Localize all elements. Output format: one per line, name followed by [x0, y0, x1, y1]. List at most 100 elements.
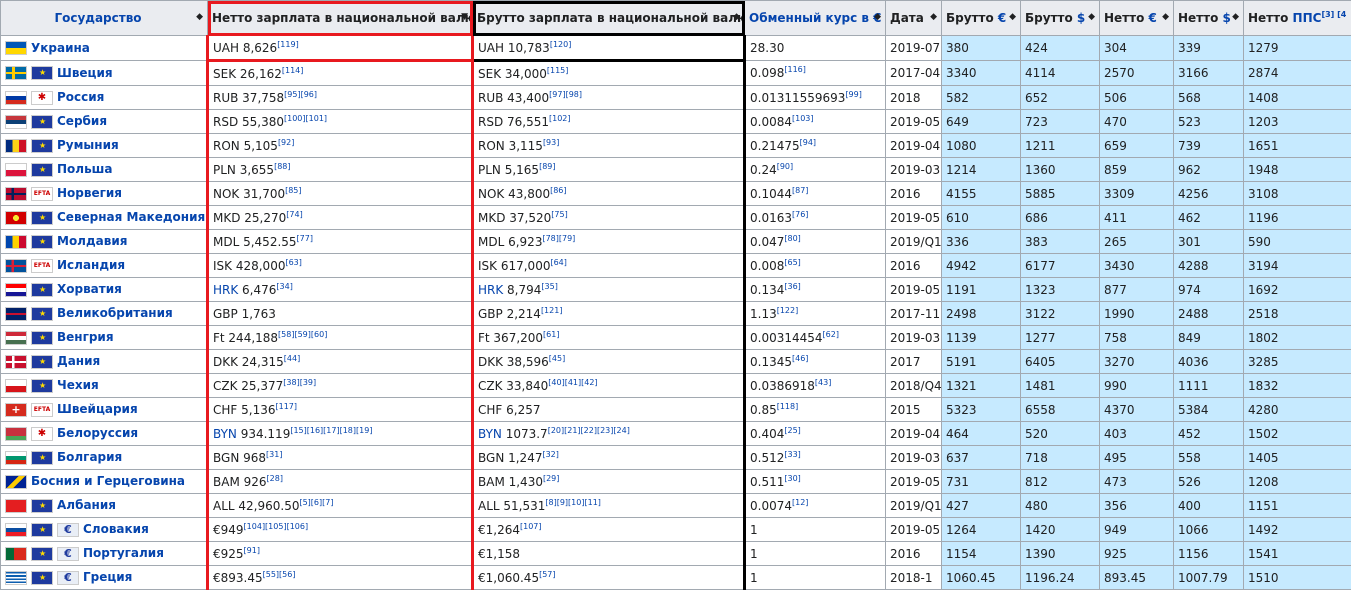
sort-icon[interactable]: ◆ — [733, 13, 740, 22]
citation-link[interactable]: [44] — [284, 354, 300, 363]
citation-link[interactable]: [92] — [278, 138, 294, 147]
citation-link[interactable]: [8][9][10][11] — [545, 498, 601, 507]
country-link[interactable]: Северная Македония — [57, 210, 205, 224]
country-link[interactable]: Украина — [31, 41, 90, 55]
sort-icon[interactable]: ◆ — [196, 13, 203, 22]
citation-link[interactable]: [80] — [784, 234, 800, 243]
efta-logo-icon[interactable]: EFTA — [31, 258, 53, 273]
citation-link[interactable]: [40][41][42] — [548, 378, 597, 387]
column-header-1[interactable]: Нетто зарплата в национальной валюте ▼ — [207, 0, 473, 36]
country-link[interactable]: Словакия — [83, 522, 149, 536]
citation-link[interactable]: [32] — [542, 450, 558, 459]
citation-link[interactable]: [87] — [792, 186, 808, 195]
flag-by-icon[interactable] — [5, 426, 27, 441]
sort-icon[interactable]: ◆ — [1232, 13, 1239, 22]
citation-link[interactable]: [99] — [845, 90, 861, 99]
flag-hr-icon[interactable] — [5, 282, 27, 297]
citation-link[interactable]: [3] [4 — [1321, 10, 1346, 19]
flag-no-icon[interactable] — [5, 186, 27, 201]
citation-link[interactable]: [94] — [800, 138, 816, 147]
country-link[interactable]: Румыния — [57, 138, 119, 152]
country-link[interactable]: Албания — [57, 498, 116, 512]
citation-link[interactable]: [119] — [277, 40, 299, 49]
sort-icon[interactable]: ◆ — [930, 13, 937, 22]
citation-link[interactable]: [31] — [266, 450, 282, 459]
country-link[interactable]: Россия — [57, 90, 104, 104]
flag-md-icon[interactable] — [5, 234, 27, 249]
citation-link[interactable]: [45] — [549, 354, 565, 363]
flag-ba-icon[interactable] — [5, 474, 27, 489]
eu-flag-icon[interactable] — [31, 450, 53, 465]
column-header-0[interactable]: Государство ◆ — [0, 0, 208, 36]
column-header-currency[interactable]: ППС — [1293, 11, 1322, 25]
citation-link[interactable]: [43] — [815, 378, 831, 387]
citation-link[interactable]: [65] — [784, 258, 800, 267]
eu-flag-icon[interactable] — [31, 522, 53, 537]
citation-link[interactable]: [36] — [784, 282, 800, 291]
flag-dk-icon[interactable] — [5, 354, 27, 369]
country-link[interactable]: Болгария — [57, 450, 122, 464]
column-header-8[interactable]: Нетто $ ◆ — [1173, 0, 1244, 36]
flag-ru-icon[interactable] — [5, 90, 27, 105]
eu-flag-icon[interactable] — [31, 570, 53, 585]
country-link[interactable]: Дания — [57, 354, 100, 368]
column-header-2[interactable]: Брутто зарплата в национальной валюте ◆ — [472, 0, 745, 36]
sort-icon[interactable]: ◆ — [1088, 13, 1095, 22]
eu-flag-icon[interactable] — [31, 498, 53, 513]
flag-mk-icon[interactable] — [5, 210, 27, 225]
citation-link[interactable]: [30] — [784, 474, 800, 483]
citation-link[interactable]: [103] — [792, 114, 814, 123]
citation-link[interactable]: [38][39] — [283, 378, 316, 387]
citation-link[interactable]: [25] — [784, 426, 800, 435]
citation-link[interactable]: [75] — [551, 210, 567, 219]
eu-flag-icon[interactable] — [31, 162, 53, 177]
country-link[interactable]: Греция — [83, 570, 132, 584]
country-link[interactable]: Швейцария — [57, 402, 138, 416]
citation-link[interactable]: [116] — [784, 65, 806, 74]
eu-flag-icon[interactable] — [31, 114, 53, 129]
citation-link[interactable]: [86] — [550, 186, 566, 195]
citation-link[interactable]: [122] — [777, 306, 799, 315]
eu-flag-icon[interactable] — [31, 234, 53, 249]
citation-link[interactable]: [107] — [520, 522, 542, 531]
citation-link[interactable]: [121] — [541, 306, 563, 315]
citation-link[interactable]: [5][6][7] — [299, 498, 333, 507]
column-header-currency[interactable]: € — [998, 11, 1006, 25]
eu-flag-icon[interactable] — [31, 546, 53, 561]
sort-icon[interactable]: ◆ — [1162, 13, 1169, 22]
flag-ua-icon[interactable] — [5, 41, 27, 56]
country-link[interactable]: Босния и Герцеговина — [31, 474, 185, 488]
eurozone-icon[interactable]: € — [57, 522, 79, 537]
citation-link[interactable]: [57] — [539, 570, 555, 579]
citation-link[interactable]: [97][98] — [549, 90, 582, 99]
citation-link[interactable]: [74] — [286, 210, 302, 219]
citation-link[interactable]: [46] — [792, 354, 808, 363]
eurozone-icon[interactable]: € — [57, 570, 79, 585]
eu-flag-icon[interactable] — [31, 378, 53, 393]
citation-link[interactable]: [61] — [543, 330, 559, 339]
column-header-currency[interactable]: $ — [1077, 11, 1085, 25]
country-link[interactable]: Великобритания — [57, 306, 173, 320]
country-link[interactable]: Молдавия — [57, 234, 127, 248]
column-header-3[interactable]: Обменный курс в € ◆ — [744, 0, 886, 36]
country-link[interactable]: Швеция — [57, 66, 113, 80]
citation-link[interactable]: [115] — [547, 66, 569, 75]
citation-link[interactable]: [91] — [244, 546, 260, 555]
country-link[interactable]: Португалия — [83, 546, 164, 560]
citation-link[interactable]: [58][59][60] — [278, 330, 327, 339]
column-header-6[interactable]: Брутто $ ◆ — [1020, 0, 1100, 36]
column-header-currency[interactable]: € — [1149, 11, 1157, 25]
flag-ro-icon[interactable] — [5, 138, 27, 153]
citation-link[interactable]: [62] — [823, 330, 839, 339]
country-link[interactable]: Сербия — [57, 114, 107, 128]
flag-al-icon[interactable] — [5, 498, 27, 513]
citation-link[interactable]: [93] — [543, 138, 559, 147]
citation-link[interactable]: [55][56] — [263, 570, 296, 579]
country-link[interactable]: Белоруссия — [57, 426, 138, 440]
country-link[interactable]: Исландия — [57, 258, 125, 272]
eu-flag-icon[interactable] — [31, 306, 53, 321]
citation-link[interactable]: [33] — [784, 450, 800, 459]
citation-link[interactable]: [64] — [550, 258, 566, 267]
citation-link[interactable]: [95][96] — [284, 90, 317, 99]
flag-pt-icon[interactable] — [5, 546, 27, 561]
